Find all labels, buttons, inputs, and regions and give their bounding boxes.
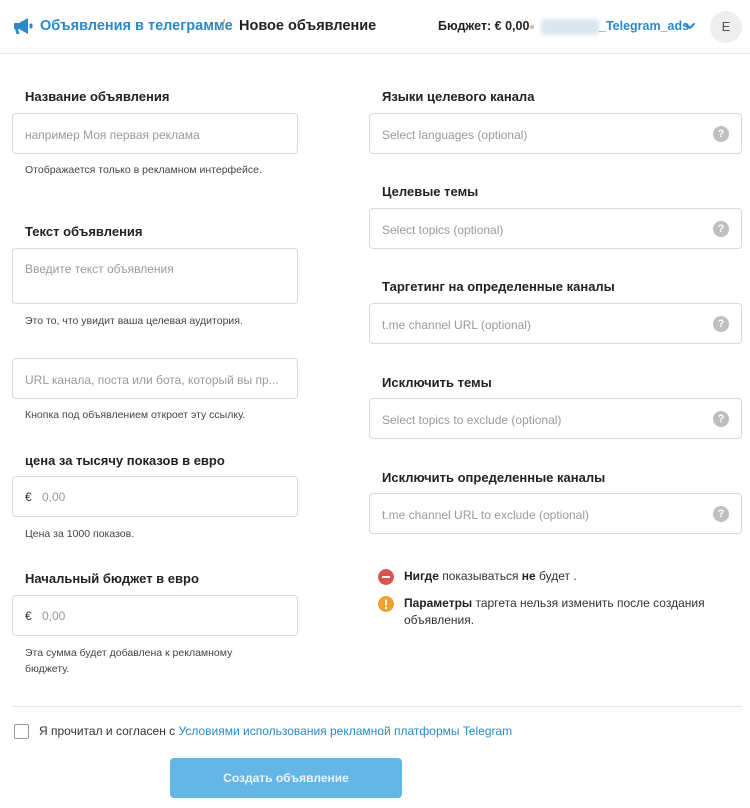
ad-name-label: Название объявления <box>25 89 170 104</box>
breadcrumb-separator: / <box>221 17 226 34</box>
reach-note-bold: Нигде <box>404 569 439 583</box>
channels-placeholder: t.me channel URL (optional) <box>382 318 531 332</box>
top-bar: Объявления в телеграмме / Новое объявлен… <box>0 0 750 54</box>
separator-dot <box>530 25 534 29</box>
ad-name-hint: Отображается только в рекламном интерфей… <box>25 164 262 176</box>
url-placeholder: URL канала, поста или бота, который вы п… <box>25 373 279 387</box>
topics-placeholder: Select topics (optional) <box>382 223 504 237</box>
targeting-note: Параметры таргета нельзя изменить после … <box>404 595 724 629</box>
megaphone-icon[interactable] <box>14 17 34 35</box>
exclude-channels-input[interactable]: t.me channel URL to exclude (optional) ? <box>369 493 742 534</box>
cpm-label: цена за тысячу показов в евро <box>25 453 225 468</box>
terms-checkbox[interactable] <box>14 724 29 739</box>
budget-input[interactable]: € 0,00 <box>12 595 298 636</box>
breadcrumb-ads-link[interactable]: Объявления в телеграмме <box>40 18 233 34</box>
chevron-down-icon <box>685 23 695 29</box>
languages-select[interactable]: Select languages (optional) ? <box>369 113 742 154</box>
terms-prefix: Я прочитал и согласен с <box>39 724 179 738</box>
topics-label: Целевые темы <box>382 184 479 199</box>
ad-name-input[interactable]: например Моя первая реклама <box>12 113 298 154</box>
cpm-value: 0,00 <box>42 490 66 504</box>
budget-label: Начальный бюджет в евро <box>25 571 199 586</box>
url-input[interactable]: URL канала, поста или бота, который вы п… <box>12 358 298 399</box>
warning-icon <box>378 596 394 612</box>
reach-note: Нигде показываться не будет . <box>404 568 577 585</box>
cpm-currency: € <box>25 490 32 504</box>
budget-hint: Эта сумма будет добавлена к рекламному б… <box>25 647 233 675</box>
cpm-input[interactable]: € 0,00 <box>12 476 298 517</box>
budget-currency: € <box>25 609 32 623</box>
cpm-hint: Цена за 1000 показов. <box>25 528 135 540</box>
divider <box>12 706 742 707</box>
channels-input[interactable]: t.me channel URL (optional) ? <box>369 303 742 344</box>
terms-text: Я прочитал и согласен с Условиями исполь… <box>39 724 512 738</box>
exclude-channels-label: Исключить определенные каналы <box>382 470 606 485</box>
exclude-topics-select[interactable]: Select topics to exclude (optional) ? <box>369 398 742 439</box>
reach-note-bold2: не <box>521 569 536 583</box>
channels-label: Таргетинг на определенные каналы <box>382 279 615 294</box>
ad-text-placeholder: Введите текст объявления <box>25 262 174 276</box>
url-hint: Кнопка под объявлением откроет эту ссылк… <box>25 409 246 421</box>
ad-name-placeholder: например Моя первая реклама <box>25 128 200 142</box>
ad-text-textarea[interactable]: Введите текст объявления <box>12 248 298 304</box>
terms-link[interactable]: Условиями использования рекламной платфо… <box>179 724 513 738</box>
budget-display: Бюджет: € 0,00 <box>438 19 530 33</box>
help-circle-icon[interactable]: ? <box>713 411 729 427</box>
account-name: _Telegram_ads <box>599 19 690 33</box>
languages-placeholder: Select languages (optional) <box>382 128 528 142</box>
reach-note-text: показываться <box>438 569 522 583</box>
budget-value: 0,00 <box>42 609 66 623</box>
create-ad-button[interactable]: Создать объявление <box>170 758 402 798</box>
no-entry-icon <box>378 569 394 585</box>
languages-label: Языки целевого канала <box>382 89 535 104</box>
exclude-topics-placeholder: Select topics to exclude (optional) <box>382 413 562 427</box>
help-circle-icon[interactable]: ? <box>713 221 729 237</box>
avatar[interactable]: E <box>710 11 742 43</box>
account-name-blurred <box>541 19 599 35</box>
reach-note-end: будет . <box>535 569 577 583</box>
exclude-channels-placeholder: t.me channel URL to exclude (optional) <box>382 508 589 522</box>
help-circle-icon[interactable]: ? <box>713 506 729 522</box>
ad-text-label: Текст объявления <box>25 224 143 239</box>
help-circle-icon[interactable]: ? <box>713 126 729 142</box>
help-circle-icon[interactable]: ? <box>713 316 729 332</box>
topics-select[interactable]: Select topics (optional) ? <box>369 208 742 249</box>
exclude-topics-label: Исключить темы <box>382 375 492 390</box>
page-title: Новое объявление <box>239 18 377 34</box>
targeting-note-bold: Параметры <box>404 596 473 610</box>
ad-text-hint: Это то, что увидит ваша целевая аудитори… <box>25 315 243 327</box>
